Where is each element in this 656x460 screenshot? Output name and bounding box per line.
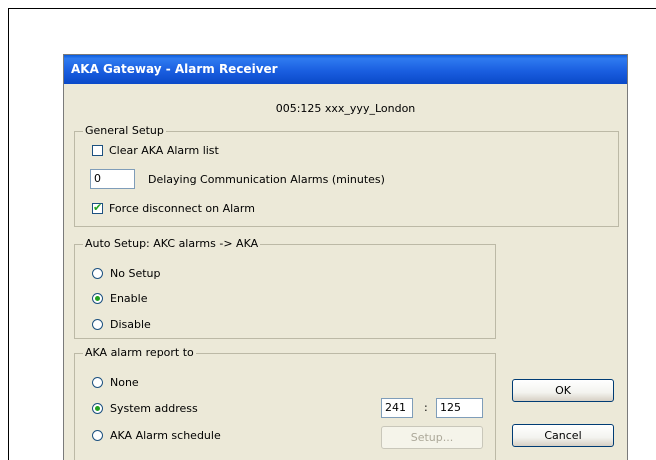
ok-button[interactable]: OK bbox=[512, 379, 614, 402]
checkbox-box-checked[interactable] bbox=[92, 201, 103, 214]
delay-minutes-label-row: Delaying Communication Alarms (minutes) bbox=[148, 173, 385, 186]
radio-disable[interactable]: Disable bbox=[92, 318, 151, 331]
radio-button[interactable] bbox=[92, 430, 103, 441]
radio-button[interactable] bbox=[92, 377, 103, 388]
radio-alarm-schedule[interactable]: AKA Alarm schedule bbox=[92, 429, 221, 442]
disable-label: Disable bbox=[110, 318, 151, 331]
report-to-legend: AKA alarm report to bbox=[83, 346, 196, 359]
checkbox-box[interactable] bbox=[92, 145, 103, 156]
force-disconnect-checkbox[interactable]: Force disconnect on Alarm bbox=[92, 201, 255, 215]
cancel-button[interactable]: Cancel bbox=[512, 424, 614, 447]
clear-alarm-list-checkbox[interactable]: Clear AKA Alarm list bbox=[92, 144, 219, 157]
address-separator: : bbox=[424, 401, 428, 414]
auto-setup-group: Auto Setup: AKC alarms -> AKA No Setup E… bbox=[74, 237, 496, 339]
radio-button[interactable] bbox=[92, 268, 103, 279]
title-bar[interactable]: AKA Gateway - Alarm Receiver bbox=[64, 55, 627, 84]
radio-system-address[interactable]: System address bbox=[92, 402, 198, 415]
force-disconnect-label: Force disconnect on Alarm bbox=[109, 202, 255, 215]
alarm-receiver-dialog: AKA Gateway - Alarm Receiver 005:125 xxx… bbox=[63, 54, 628, 460]
delay-minutes-label: Delaying Communication Alarms (minutes) bbox=[148, 173, 385, 186]
alarm-schedule-label: AKA Alarm schedule bbox=[110, 429, 221, 442]
general-setup-group: General Setup Clear AKA Alarm list 0 Del… bbox=[74, 124, 619, 227]
auto-setup-legend: Auto Setup: AKC alarms -> AKA bbox=[83, 237, 261, 250]
radio-enable[interactable]: Enable bbox=[92, 292, 147, 305]
clear-alarm-list-label: Clear AKA Alarm list bbox=[109, 144, 219, 157]
radio-button-selected[interactable] bbox=[92, 403, 103, 414]
gateway-address-label: 005:125 xxx_yyy_London bbox=[275, 102, 416, 115]
system-address-node-input[interactable]: 125 bbox=[436, 398, 483, 418]
radio-button-selected[interactable] bbox=[92, 293, 103, 304]
radio-button[interactable] bbox=[92, 319, 103, 330]
delay-minutes-input[interactable]: 0 bbox=[90, 169, 135, 189]
radio-no-setup[interactable]: No Setup bbox=[92, 267, 160, 280]
radio-none[interactable]: None bbox=[92, 376, 139, 389]
setup-button[interactable]: Setup... bbox=[381, 426, 483, 449]
enable-label: Enable bbox=[110, 292, 148, 305]
window-title: AKA Gateway - Alarm Receiver bbox=[71, 62, 278, 76]
system-address-network-input[interactable]: 241 bbox=[381, 398, 413, 418]
report-to-group: AKA alarm report to None System address … bbox=[74, 346, 496, 460]
general-setup-legend: General Setup bbox=[83, 124, 166, 137]
none-label: None bbox=[110, 376, 139, 389]
system-address-label: System address bbox=[110, 402, 198, 415]
no-setup-label: No Setup bbox=[110, 267, 161, 280]
